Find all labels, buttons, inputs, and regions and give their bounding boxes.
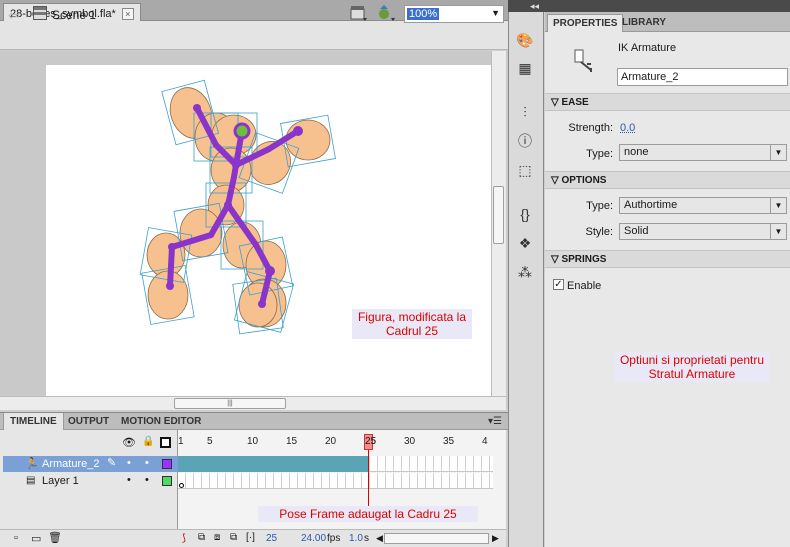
style-select[interactable]: Solid ▼ <box>619 223 787 240</box>
pose-note: Pose Frame adaugat la Cadru 25 <box>258 506 478 522</box>
chevron-down-icon: ▼ <box>770 145 786 160</box>
section-ease[interactable]: ▽ EASE <box>545 93 790 111</box>
layer-name: Layer 1 <box>42 475 79 487</box>
vertical-scroll-thumb[interactable] <box>493 186 504 244</box>
ease-type-label: Type: <box>586 148 613 160</box>
panel-menu-icon[interactable]: ▾☰ <box>482 413 508 430</box>
panel-collapse-bar[interactable]: ◂◂ <box>508 0 790 12</box>
motion-presets-icon[interactable]: ⁂ <box>514 262 536 282</box>
stage[interactable] <box>46 65 492 400</box>
section-options[interactable]: ▽ OPTIONS <box>545 171 790 189</box>
tab-output[interactable]: OUTPUT <box>62 413 115 430</box>
options-note: Optiuni si proprietati pentru Stratul Ar… <box>614 352 770 382</box>
new-folder-icon[interactable]: ▭ <box>31 532 41 545</box>
collapse-icon[interactable]: ◂◂ <box>530 0 539 12</box>
strength-value[interactable]: 0.0 <box>620 122 635 134</box>
lock-dot[interactable]: • <box>145 474 149 486</box>
scroll-left-icon[interactable]: ◀ <box>376 533 383 544</box>
chevron-down-icon: ▼ <box>770 198 786 213</box>
collapse-triangle-icon: ▽ <box>551 254 562 265</box>
layer-toolbar: ▫ ▭ 🗑 <box>0 529 178 547</box>
edit-scene-icon[interactable] <box>350 5 368 22</box>
lock-dot[interactable]: • <box>145 457 149 469</box>
clapper-icon <box>33 6 47 20</box>
frames-row-layer1[interactable] <box>178 473 493 489</box>
lock-icon[interactable]: 🔒 <box>142 436 154 447</box>
section-springs[interactable]: ▽ SPRINGS <box>545 250 790 268</box>
collapse-triangle-icon: ▽ <box>551 97 562 108</box>
info-icon[interactable]: ⓘ <box>514 131 536 151</box>
strength-label: Strength: <box>568 122 613 134</box>
timeline-status: ⟆ ⧉ ⧈ ⧉ [·] 25 24.00 fps 1.0 s ◀ ▶ <box>178 529 506 547</box>
layer-icon: ▤ <box>26 475 36 486</box>
visibility-dot[interactable]: • <box>127 474 131 486</box>
enable-label: Enable <box>567 280 602 292</box>
frame-rate[interactable]: 24.00 <box>301 533 326 544</box>
playhead[interactable]: 25 <box>364 434 376 450</box>
style-label: Style: <box>585 226 613 238</box>
transform-icon[interactable]: ⬚ <box>514 160 536 180</box>
layer-row-layer1[interactable]: ▤ Layer 1 • • <box>3 473 178 489</box>
zoom-select[interactable]: 100% ▼ <box>404 5 504 23</box>
layer-name: Armature_2 <box>42 458 100 470</box>
properties-tabs: PROPERTIES LIBRARY <box>545 12 790 32</box>
tab-motion-editor[interactable]: MOTION EDITOR <box>115 413 207 430</box>
frame-ruler[interactable]: 1 5 10 15 20 25 30 35 4 <box>178 436 493 453</box>
swatches-icon[interactable]: ▦ <box>514 58 536 78</box>
figure-note: Figura, modificata la Cadrul 25 <box>352 309 472 339</box>
empty-keyframe[interactable] <box>179 483 184 488</box>
onion-outline-icon[interactable]: ⧈ <box>214 532 220 543</box>
armature-layer-icon: 🏃 <box>25 458 39 470</box>
fps-unit: fps <box>327 533 341 544</box>
onion-skin-icon[interactable]: ⧉ <box>198 532 205 543</box>
layer-color-swatch[interactable] <box>162 459 172 469</box>
zoom-value: 100% <box>407 8 440 20</box>
enable-checkbox[interactable]: ✓ <box>553 279 564 290</box>
timeline-tabs: TIMELINE OUTPUT MOTION EDITOR ▾☰ <box>0 412 508 430</box>
current-frame: 25 <box>266 533 278 544</box>
actions-icon[interactable]: {} <box>514 204 536 224</box>
chevron-down-icon: ▼ <box>491 8 500 18</box>
trash-icon[interactable]: 🗑 <box>48 531 62 544</box>
collapse-triangle-icon: ▽ <box>551 175 562 186</box>
color-palette-icon[interactable]: 🎨 <box>514 30 536 50</box>
onion-markers-icon[interactable]: [·] <box>246 532 255 543</box>
ease-type-select[interactable]: none ▼ <box>619 144 787 161</box>
components-icon[interactable]: ❖ <box>514 233 536 253</box>
timeline-hscroll[interactable] <box>384 533 489 544</box>
edit-multiple-icon[interactable]: ⧉ <box>230 532 237 543</box>
layer-color-swatch[interactable] <box>162 476 172 486</box>
tab-timeline[interactable]: TIMELINE <box>3 413 64 430</box>
instance-name-field[interactable]: Armature_2 <box>617 68 788 86</box>
new-layer-icon[interactable]: ▫ <box>14 532 18 544</box>
instance-type-label: IK Armature <box>618 42 677 54</box>
tab-properties[interactable]: PROPERTIES <box>547 14 624 32</box>
scroll-right-icon[interactable]: ▶ <box>492 533 499 544</box>
horizontal-scroll-thumb[interactable]: ||| <box>174 398 286 409</box>
visibility-dot[interactable]: • <box>127 457 131 469</box>
armature-span[interactable] <box>178 456 368 472</box>
elapsed-time: 1.0 <box>349 533 363 544</box>
edit-symbols-icon[interactable] <box>376 5 398 22</box>
eye-icon[interactable]: 👁 <box>122 436 136 449</box>
time-unit: s <box>364 533 369 544</box>
layer-row-armature[interactable]: 🏃 Armature_2 ✎ • • <box>3 456 178 472</box>
center-frame-icon[interactable]: ⟆ <box>182 533 186 544</box>
pencil-icon: ✎ <box>107 457 117 469</box>
scene-label: Scene 1 <box>52 8 97 22</box>
chevron-down-icon: ▼ <box>770 224 786 239</box>
outline-icon[interactable] <box>160 437 171 448</box>
ik-armature-icon <box>573 48 595 74</box>
tab-library[interactable]: LIBRARY <box>617 14 671 32</box>
scene-bar <box>0 21 508 50</box>
armature-figure[interactable] <box>46 65 492 400</box>
options-type-select[interactable]: Authortime ▼ <box>619 197 787 214</box>
close-icon[interactable]: × <box>121 7 134 20</box>
options-type-label: Type: <box>586 200 613 212</box>
align-icon[interactable]: ⫶ <box>514 102 536 122</box>
back-arrow-icon[interactable]: ⇦ <box>8 7 20 24</box>
